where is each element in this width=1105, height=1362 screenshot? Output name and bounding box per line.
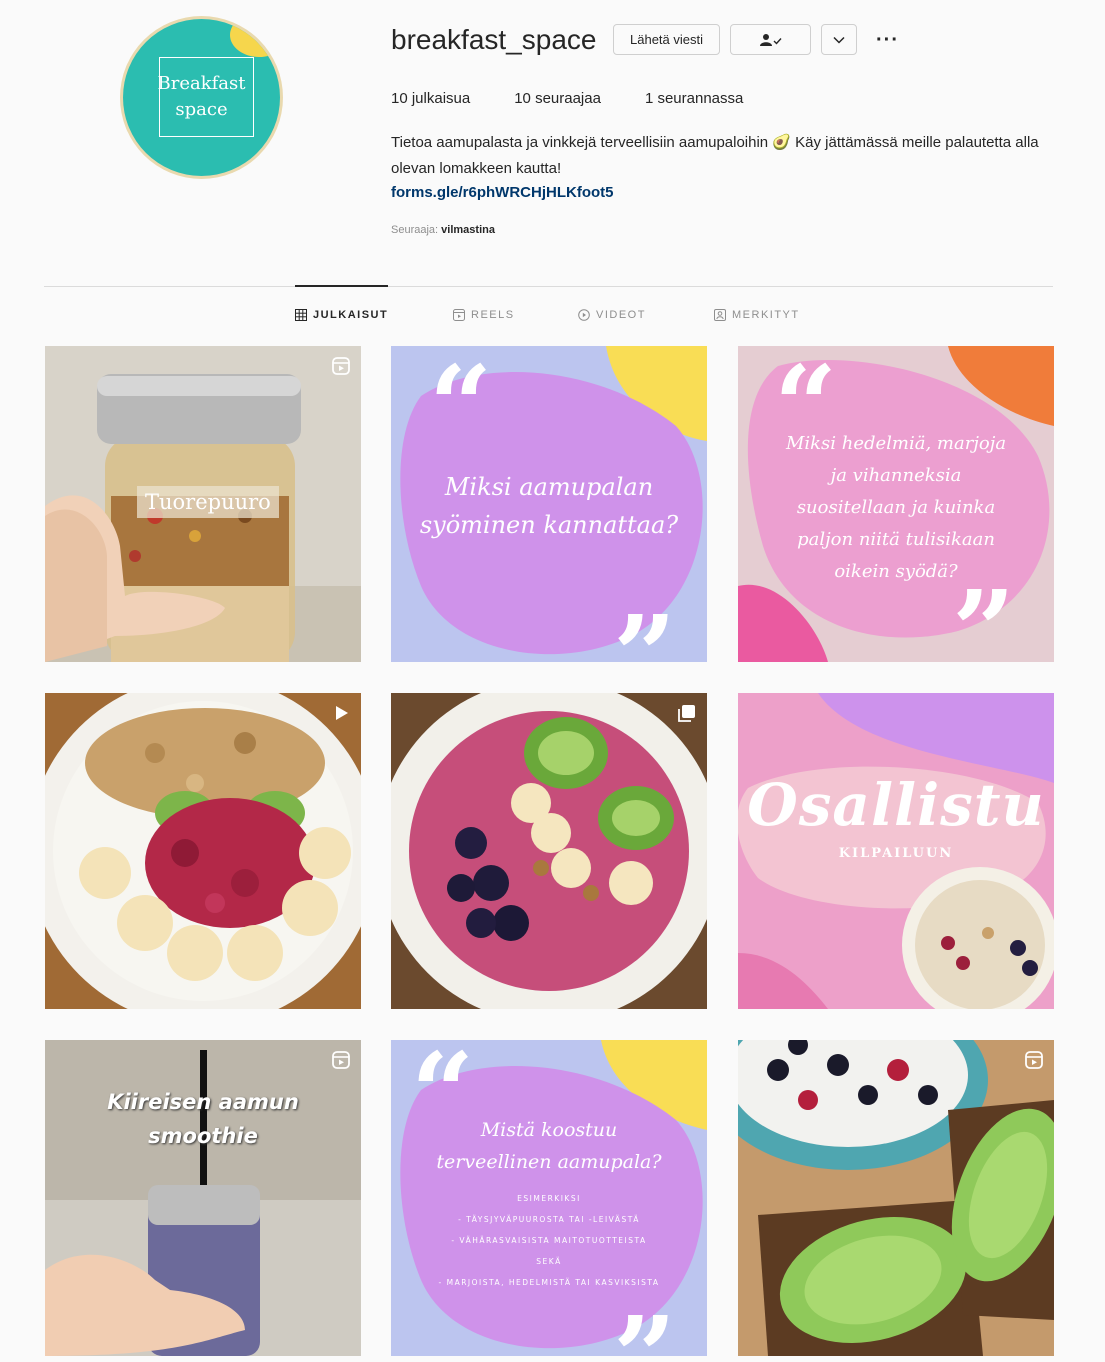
list-line: - VÄHÄRASVAISISTA MAITOTUOTTEISTA (451, 1236, 647, 1245)
posts-count[interactable]: 10 julkaisua (391, 90, 470, 107)
send-message-button[interactable]: Lähetä viesti (613, 24, 720, 55)
post-caption: Miksi aamupalan syöminen kannattaa? (391, 468, 707, 544)
open-quote: “ (429, 346, 493, 470)
caption-line: paljon niitä tulisikaan (797, 529, 995, 550)
contest-subtitle: KILPAILUUN (838, 846, 954, 861)
smoothie-bowl-photo (391, 693, 707, 1009)
video-icon (578, 309, 590, 321)
post-avocado-toast[interactable] (738, 1040, 1054, 1356)
post-smoothie-bowl[interactable] (391, 693, 707, 1009)
reel-icon (1025, 1051, 1043, 1069)
bowl-photo (45, 693, 361, 1009)
person-check-icon (759, 33, 782, 46)
following-count[interactable]: 1 seurannassa (645, 90, 743, 107)
tab-tagged[interactable]: MERKITYT (714, 309, 800, 321)
chevron-down-icon (833, 36, 845, 44)
reels-icon (453, 309, 465, 321)
list-line: - MARJOISTA, HEDELMISTÄ TAI KASVIKSISTA (438, 1278, 660, 1287)
tab-videos[interactable]: VIDEOT (578, 309, 646, 321)
post-caption: Miksi hedelmiä, marjoja ja vihanneksia s… (738, 428, 1054, 588)
caption-line: Mistä koostuu (480, 1119, 618, 1141)
avatar-logo: Breakfast space (123, 19, 280, 176)
post-caption-line: smoothie (148, 1124, 258, 1148)
grid-icon (295, 309, 307, 321)
caption-line: suositellaan ja kuinka (796, 497, 996, 518)
post-mista-koostuu[interactable]: “ ” Mistä koostuu terveellinen aamupala?… (391, 1040, 707, 1356)
tab-tagged-label: MERKITYT (732, 309, 800, 321)
list-line: - TÄYSJYVÄPUUROSTA TAI -LEIVÄSTÄ (458, 1215, 640, 1224)
post-osallistu[interactable]: Osallistu KILPAILUUN (738, 693, 1054, 1009)
play-icon (336, 706, 348, 720)
list-line: SEKÄ (536, 1257, 562, 1266)
post-tuorepuuro[interactable]: Tuorepuuro (45, 346, 361, 662)
avocado-photo (738, 1040, 1054, 1356)
close-quote: ” (613, 1302, 676, 1357)
caption-line: Miksi aamupalan (444, 473, 654, 501)
bio-link[interactable]: forms.gle/r6phWRCHjHLKfoot5 (391, 184, 614, 201)
avatar-frame (159, 57, 254, 137)
post-list: ESIMERKIKSI - TÄYSJYVÄPUUROSTA TAI -LEIV… (391, 1188, 707, 1293)
followers-count[interactable]: 10 seuraajaa (514, 90, 601, 107)
carousel-icon (678, 705, 695, 722)
post-miksi-aamupalan[interactable]: “ ” Miksi aamupalan syöminen kannattaa? (391, 346, 707, 662)
followed-by-label: Seuraaja: (391, 224, 439, 236)
profile-bio: Tietoa aamupalasta ja vinkkejä terveelli… (391, 134, 1039, 177)
tab-divider (44, 286, 1053, 287)
avatar-text-line1: Breakfast (157, 73, 246, 94)
post-miksi-hedelmia[interactable]: “ ” Miksi hedelmiä, marjoja ja vihanneks… (738, 346, 1054, 662)
reel-icon (332, 357, 350, 375)
avatar-text-line2: space (175, 99, 228, 120)
profile-avatar[interactable]: Breakfast space (120, 16, 283, 179)
tab-reels-label: REELS (471, 309, 515, 321)
contest-title: Osallistu (747, 771, 1045, 839)
avatar-blob (230, 19, 280, 57)
tab-reels[interactable]: REELS (453, 309, 515, 321)
post-caption-line: Kiireisen aamun (107, 1090, 299, 1114)
list-line: ESIMERKIKSI (517, 1194, 581, 1203)
post-caption: Mistä koostuu terveellinen aamupala? (391, 1114, 707, 1178)
profile-stats: 10 julkaisua 10 seuraajaa 1 seurannassa (391, 90, 787, 107)
tab-videos-label: VIDEOT (596, 309, 646, 321)
active-tab-indicator (295, 285, 388, 287)
caption-line: terveellinen aamupala? (436, 1151, 662, 1173)
tagged-icon (714, 309, 726, 321)
post-caption: Tuorepuuro (137, 486, 279, 518)
smoothie-photo (45, 1040, 361, 1356)
caption-line: oikein syödä? (834, 561, 958, 582)
caption-line: syöminen kannattaa? (419, 511, 679, 539)
profile-username: breakfast_space (391, 24, 597, 55)
following-button[interactable] (730, 24, 811, 55)
followed-by: Seuraaja: vilmastina (391, 224, 495, 236)
tab-posts-label: JULKAISUT (313, 309, 389, 321)
close-quote: ” (952, 566, 1016, 663)
caption-line: Miksi hedelmiä, marjoja (785, 433, 1007, 454)
post-smoothie[interactable]: Kiireisen aamun smoothie (45, 1040, 361, 1356)
followed-by-user[interactable]: vilmastina (441, 224, 495, 236)
ellipsis-icon[interactable]: ··· (876, 29, 899, 52)
post-yogurt-bowl[interactable] (45, 693, 361, 1009)
caption-line: ja vihanneksia (830, 465, 962, 486)
reel-icon (332, 1051, 350, 1069)
tab-posts[interactable]: JULKAISUT (295, 309, 388, 321)
close-quote: ” (613, 591, 677, 663)
suggested-accounts-button[interactable] (821, 24, 857, 55)
